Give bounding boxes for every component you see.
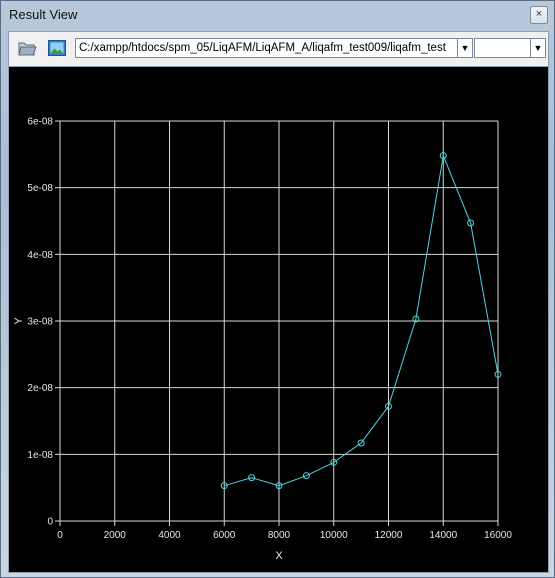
y-axis-label: Y bbox=[13, 317, 25, 325]
y-tick-label: 0 bbox=[47, 517, 53, 528]
file-path-field[interactable]: C:/xampp/htdocs/spm_05/LiqAFM/LiqAFM_A/l… bbox=[75, 38, 460, 58]
result-view-window: Result View × C:/xampp/htdocs/spm_05/Liq… bbox=[0, 0, 555, 578]
y-tick-label: 2e-08 bbox=[27, 383, 53, 394]
secondary-dropdown-button[interactable]: ▼ bbox=[530, 38, 546, 58]
plot-area: 0 2000 4000 6000 8000 10000 12000 14000 16000 0 1e… bbox=[8, 66, 549, 573]
x-tick-label: 2000 bbox=[104, 530, 127, 541]
image-icon[interactable] bbox=[47, 38, 67, 58]
x-tick-label: 10000 bbox=[320, 530, 348, 541]
secondary-combo[interactable] bbox=[474, 38, 531, 58]
y-tick-label: 6e-08 bbox=[27, 117, 53, 128]
close-button[interactable]: × bbox=[530, 6, 548, 24]
x-tick-label: 12000 bbox=[375, 530, 403, 541]
line-chart: 0 2000 4000 6000 8000 10000 12000 14000 16000 0 1e… bbox=[13, 117, 512, 563]
y-tick-label: 1e-08 bbox=[27, 450, 53, 461]
x-tick-label: 0 bbox=[57, 530, 63, 541]
path-dropdown-button[interactable]: ▼ bbox=[457, 38, 473, 58]
x-tick-label: 14000 bbox=[429, 530, 457, 541]
y-tick-label: 5e-08 bbox=[27, 183, 53, 194]
y-tick-label: 4e-08 bbox=[27, 250, 53, 261]
x-axis-label: X bbox=[275, 550, 283, 562]
x-tick-label: 6000 bbox=[213, 530, 236, 541]
x-tick-label: 4000 bbox=[158, 530, 181, 541]
x-tick-label: 8000 bbox=[268, 530, 291, 541]
title-bar: Result View × bbox=[1, 1, 554, 29]
x-tick-label: 16000 bbox=[484, 530, 512, 541]
toolbar: C:/xampp/htdocs/spm_05/LiqAFM/LiqAFM_A/l… bbox=[8, 31, 549, 66]
folder-open-icon[interactable] bbox=[17, 38, 37, 58]
window-title: Result View bbox=[9, 7, 78, 22]
y-tick-label: 3e-08 bbox=[27, 317, 53, 328]
